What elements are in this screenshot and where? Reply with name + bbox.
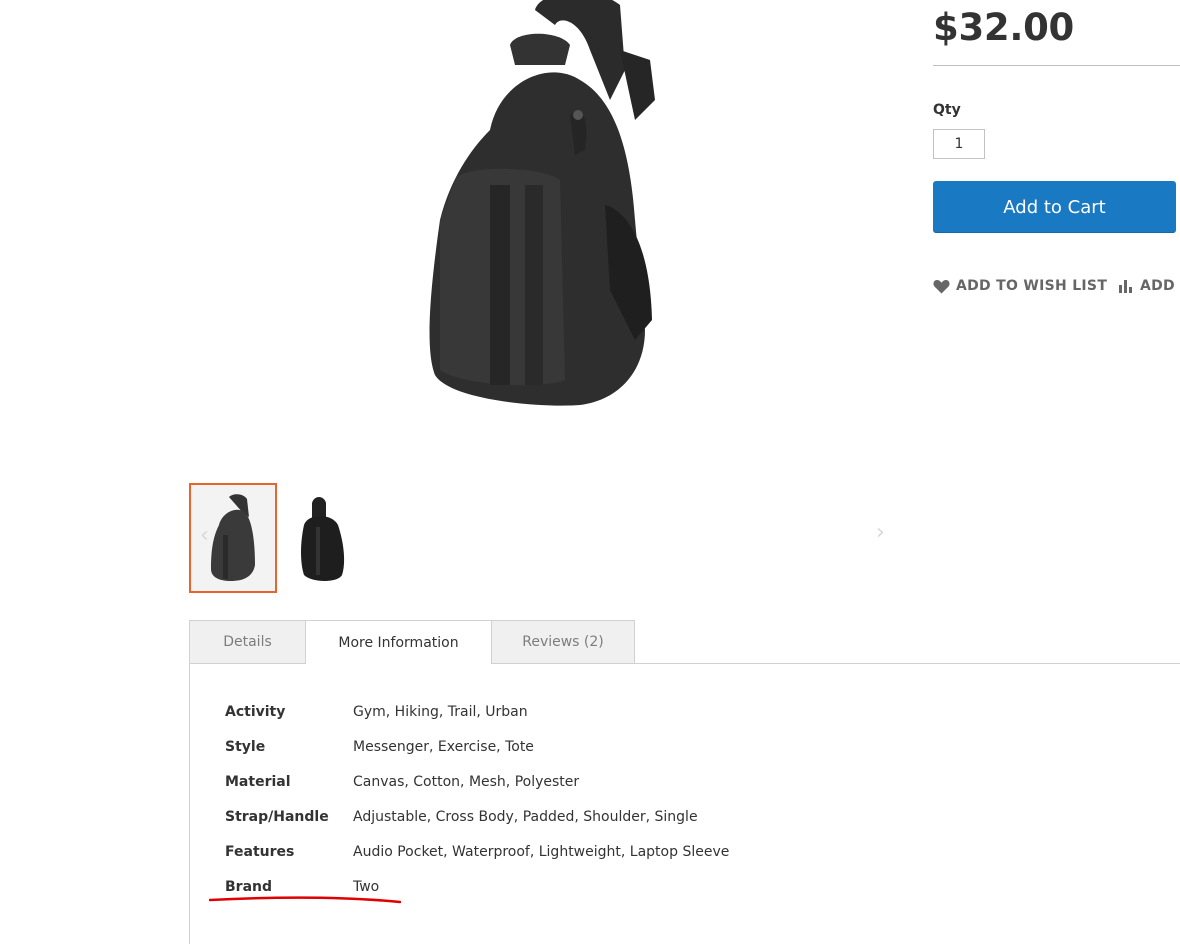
attribute-label: Style xyxy=(225,739,266,755)
bar-chart-icon xyxy=(1119,280,1132,293)
add-to-compare-link[interactable]: Add t xyxy=(1118,278,1180,294)
compare-label: Add t xyxy=(1140,278,1180,294)
wish-list-label: Add to Wish List xyxy=(956,278,1108,294)
annotation-underline xyxy=(209,896,401,904)
qty-input[interactable] xyxy=(933,129,985,159)
add-to-cart-button[interactable]: Add to Cart xyxy=(933,181,1176,233)
attribute-row-strap-handle: Strap/Handle Adjustable, Cross Body, Pad… xyxy=(225,809,698,825)
attribute-value: Gym, Hiking, Trail, Urban xyxy=(353,704,528,720)
attribute-value: Audio Pocket, Waterproof, Lightweight, L… xyxy=(353,844,730,860)
attribute-value: Messenger, Exercise, Tote xyxy=(353,739,534,755)
attribute-row-activity: Activity Gym, Hiking, Trail, Urban xyxy=(225,704,528,720)
gallery-thumbnail-2[interactable] xyxy=(282,483,370,593)
thumbnail-image xyxy=(301,497,345,581)
attribute-label: Strap/Handle xyxy=(225,809,329,825)
attribute-row-features: Features Audio Pocket, Waterproof, Light… xyxy=(225,844,729,860)
product-price: $32.00 xyxy=(933,6,1074,49)
product-main-image[interactable] xyxy=(420,0,670,420)
add-to-wish-list-link[interactable]: Add to Wish List xyxy=(933,278,1107,294)
qty-label: Qty xyxy=(933,102,961,118)
chevron-left-icon[interactable]: ‹ xyxy=(200,523,209,548)
attribute-label: Activity xyxy=(225,704,286,720)
attribute-row-material: Material Canvas, Cotton, Mesh, Polyester xyxy=(225,774,579,790)
attribute-label: Material xyxy=(225,774,291,790)
attribute-label: Features xyxy=(225,844,295,860)
heart-icon xyxy=(933,279,950,293)
chevron-right-icon[interactable]: › xyxy=(876,520,885,545)
panel-border xyxy=(189,663,190,944)
attribute-row-style: Style Messenger, Exercise, Tote xyxy=(225,739,534,755)
tab-details[interactable]: Details xyxy=(189,620,306,663)
tab-more-information[interactable]: More Information xyxy=(305,620,492,664)
price-divider xyxy=(933,65,1180,66)
attribute-value: Canvas, Cotton, Mesh, Polyester xyxy=(353,774,580,790)
tab-reviews[interactable]: Reviews (2) xyxy=(491,620,635,663)
attribute-value: Adjustable, Cross Body, Padded, Shoulder… xyxy=(353,809,698,825)
